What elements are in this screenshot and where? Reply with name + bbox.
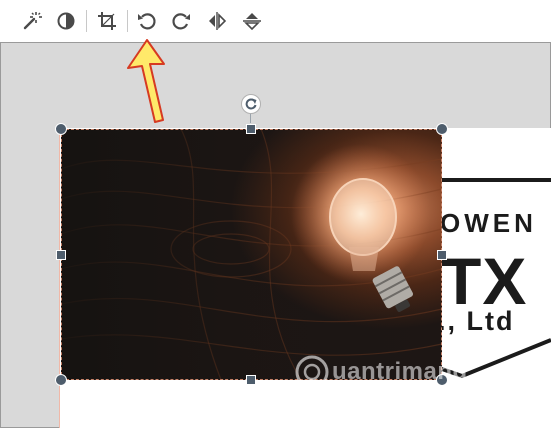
flip-vertical-icon[interactable]: [241, 10, 263, 32]
resize-handle-left[interactable]: [56, 250, 66, 260]
resize-handle-right[interactable]: [437, 250, 447, 260]
quantrimang-logo-icon: [295, 355, 330, 390]
toolbar-separator: [86, 10, 87, 32]
image-edit-toolbar: [0, 0, 551, 43]
rotate-handle[interactable]: [241, 94, 261, 114]
magic-wand-icon[interactable]: [21, 10, 43, 32]
resize-handle-top-right[interactable]: [436, 123, 448, 135]
watermark-text: uantrimang: [332, 358, 468, 385]
rotate-right-icon[interactable]: [170, 10, 192, 32]
crop-icon[interactable]: [96, 10, 118, 32]
rotate-left-icon[interactable]: [136, 10, 158, 32]
resize-handle-top[interactable]: [246, 124, 256, 134]
flip-horizontal-icon[interactable]: [206, 10, 228, 32]
resize-handle-bottom-left[interactable]: [55, 374, 67, 386]
resize-handle-top-left[interactable]: [55, 123, 67, 135]
selection-box: [61, 129, 442, 380]
rotate-handle-icon: [245, 98, 257, 110]
resize-handle-bottom[interactable]: [246, 375, 256, 385]
logo-line-1: OWEN: [440, 208, 537, 238]
logo-line-3: ., Ltd: [438, 306, 515, 336]
toolbar-separator: [127, 10, 128, 32]
annotation-arrow-icon: [127, 39, 165, 123]
contrast-icon[interactable]: [55, 10, 77, 32]
